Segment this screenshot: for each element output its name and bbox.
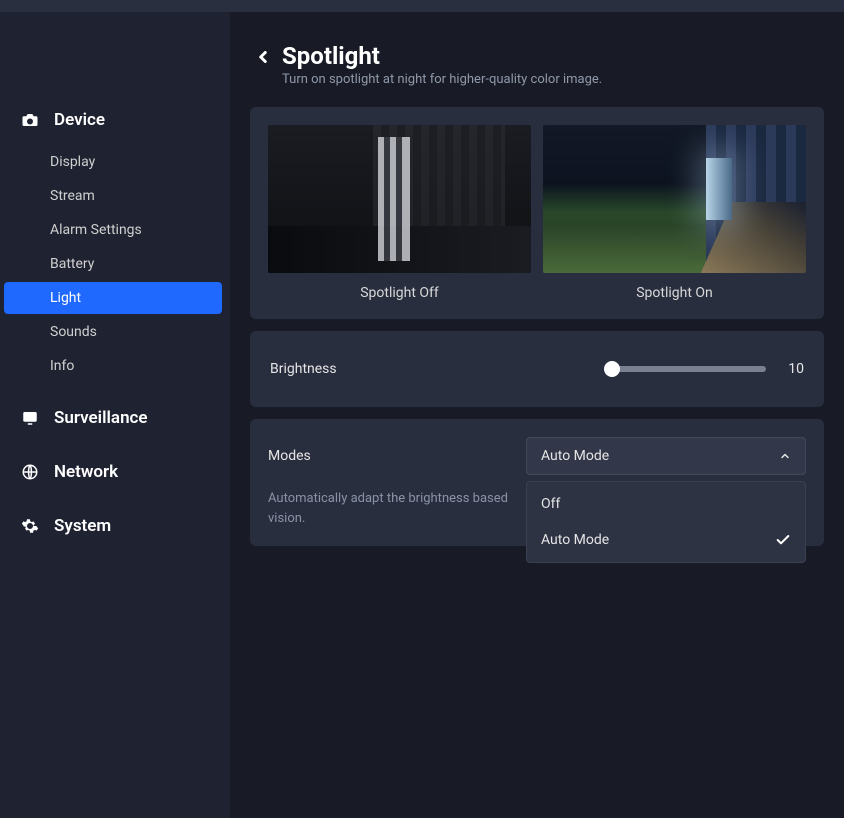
preview-spotlight-on: Spotlight On [543,125,806,301]
modes-description: Automatically adapt the brightness based… [268,489,508,528]
preview-label-off: Spotlight Off [360,285,439,301]
sidebar-item-info[interactable]: Info [4,350,222,382]
sidebar-item-sounds[interactable]: Sounds [4,316,222,348]
page-header: Spotlight Turn on spotlight at night for… [250,42,824,87]
sidebar-section-label: Surveillance [54,408,148,428]
page-title: Spotlight [282,42,602,70]
main-content: Spotlight Turn on spotlight at night for… [230,12,844,818]
preview-image-on [543,125,806,273]
sidebar-item-stream[interactable]: Stream [4,180,222,212]
previews-panel: Spotlight Off Spotlight On [250,107,824,319]
sidebar: Device Display Stream Alarm Settings Bat… [0,12,230,818]
modes-dropdown-trigger[interactable]: Auto Mode [526,437,806,475]
sidebar-section-label: Device [54,110,105,130]
modes-selected-value: Auto Mode [541,448,609,464]
sidebar-section-surveillance: Surveillance [0,400,230,436]
sidebar-section-label: Network [54,462,118,482]
modes-option-auto[interactable]: Auto Mode [527,522,805,558]
modes-label: Modes [268,448,311,464]
sidebar-item-battery[interactable]: Battery [4,248,222,280]
sidebar-item-alarm-settings[interactable]: Alarm Settings [4,214,222,246]
brightness-value: 10 [784,361,804,377]
preview-image-off [268,125,531,273]
back-button[interactable] [254,46,272,68]
sidebar-header-surveillance[interactable]: Surveillance [0,400,230,436]
modes-dropdown-menu: Off Auto Mode [526,481,806,563]
modes-dropdown: Auto Mode Off Auto Mode [526,437,806,475]
gear-icon [20,516,40,536]
chevron-up-icon [779,450,791,462]
modes-option-label: Off [541,496,560,512]
sidebar-items-device: Display Stream Alarm Settings Battery Li… [0,138,230,382]
sidebar-item-light[interactable]: Light [4,282,222,314]
brightness-slider[interactable] [606,366,766,372]
sidebar-item-display[interactable]: Display [4,146,222,178]
top-bar [0,0,844,12]
preview-spotlight-off: Spotlight Off [268,125,531,301]
sidebar-header-network[interactable]: Network [0,454,230,490]
preview-label-on: Spotlight On [636,285,713,301]
page-subtitle: Turn on spotlight at night for higher-qu… [282,72,602,87]
modes-option-off[interactable]: Off [527,486,805,522]
brightness-label: Brightness [270,361,337,377]
sidebar-header-device[interactable]: Device [0,102,230,138]
sidebar-section-system: System [0,508,230,544]
globe-icon [20,462,40,482]
camera-icon [20,110,40,130]
monitor-icon [20,408,40,428]
brightness-slider-thumb[interactable] [604,361,620,377]
brightness-panel: Brightness 10 [250,331,824,407]
sidebar-header-system[interactable]: System [0,508,230,544]
modes-option-label: Auto Mode [541,532,609,548]
sidebar-section-label: System [54,516,111,536]
sidebar-section-network: Network [0,454,230,490]
check-icon [775,532,791,548]
modes-panel: Modes Auto Mode Off Auto Mode [250,419,824,546]
sidebar-section-device: Device Display Stream Alarm Settings Bat… [0,102,230,382]
